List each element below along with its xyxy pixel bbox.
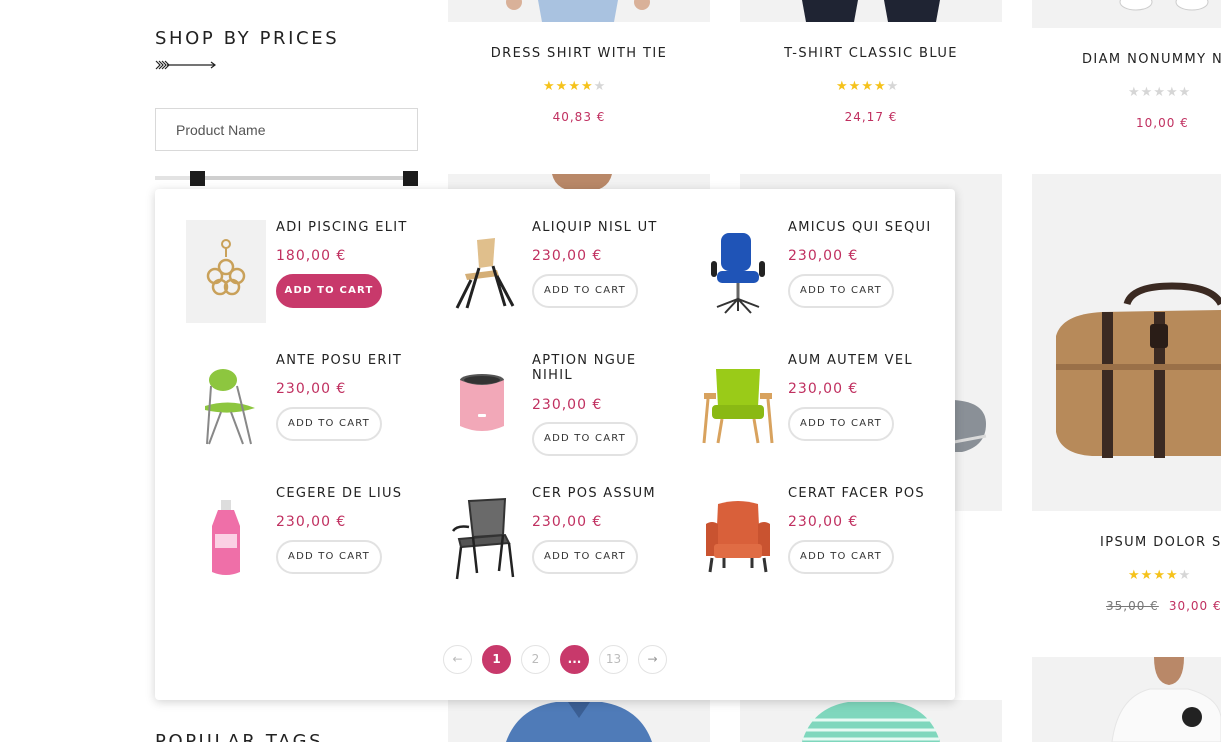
- rating-stars: ★ ★ ★ ★ ★: [836, 78, 899, 93]
- popup-product-price: 180,00 €: [276, 248, 347, 264]
- lounge-chair-icon[interactable]: [698, 353, 778, 456]
- add-to-cart-button[interactable]: ADD TO CART: [276, 274, 382, 308]
- popup-product-item: ADI PISCING ELIT 180,00 € ADD TO CART: [186, 220, 426, 330]
- earring-icon[interactable]: [186, 220, 266, 323]
- pagination-prev-button[interactable]: ←: [443, 645, 472, 674]
- bottle-icon[interactable]: [186, 486, 266, 589]
- popup-product-item: APTION NGUE NIHIL 230,00 € ADD TO CART: [442, 353, 682, 463]
- product-old-price: 35,00 €: [1106, 599, 1159, 613]
- price-slider-range: [197, 176, 410, 180]
- pagination-next-button[interactable]: →: [638, 645, 667, 674]
- add-to-cart-button[interactable]: ADD TO CART: [532, 274, 638, 308]
- popup-product-name[interactable]: CER POS ASSUM: [532, 486, 682, 501]
- product-price: 35,00 € 30,00 €: [1106, 599, 1221, 613]
- popup-product-price: 230,00 €: [532, 397, 603, 413]
- pagination-page-1[interactable]: 1: [482, 645, 511, 674]
- add-to-cart-button[interactable]: ADD TO CART: [788, 540, 894, 574]
- product-name[interactable]: DRESS SHIRT WITH TIE: [448, 46, 710, 61]
- pagination-page-2[interactable]: 2: [521, 645, 550, 674]
- speaker-icon[interactable]: [442, 353, 522, 456]
- green-wire-chair-icon[interactable]: [186, 353, 266, 456]
- price-slider-min-handle[interactable]: [190, 171, 205, 186]
- shop-by-prices-title: SHOP BY PRICES: [155, 28, 340, 49]
- popup-product-item: AUM AUTEM VEL 230,00 € ADD TO CART: [698, 353, 938, 463]
- product-price: 24,17 €: [844, 110, 898, 124]
- add-to-cart-button[interactable]: ADD TO CART: [276, 540, 382, 574]
- product-image-dress-shirt[interactable]: [448, 0, 710, 22]
- product-image-shoes[interactable]: [1032, 0, 1221, 28]
- office-chair-icon[interactable]: [698, 220, 778, 323]
- popup-product-name[interactable]: CEGERE DE LIUS: [276, 486, 426, 501]
- popup-product-item: AMICUS QUI SEQUI 230,00 € ADD TO CART: [698, 220, 938, 330]
- popup-product-name[interactable]: ANTE POSU ERIT: [276, 353, 426, 368]
- metal-chair-icon[interactable]: [442, 486, 522, 589]
- popup-product-name[interactable]: ALIQUIP NISL UT: [532, 220, 682, 235]
- popup-product-price: 230,00 €: [788, 381, 859, 397]
- rating-stars: ★ ★ ★ ★ ★: [1128, 84, 1191, 99]
- pagination: ← 1 2 ... 13 →: [443, 645, 667, 674]
- pagination-page-13[interactable]: 13: [599, 645, 628, 674]
- popup-product-name[interactable]: AMICUS QUI SEQUI: [788, 220, 938, 235]
- popup-product-price: 230,00 €: [788, 514, 859, 530]
- add-to-cart-button[interactable]: ADD TO CART: [788, 407, 894, 441]
- popup-product-item: CER POS ASSUM 230,00 € ADD TO CART: [442, 486, 682, 596]
- product-price: 40,83 €: [552, 110, 606, 124]
- decorative-arrow-icon: [155, 60, 216, 70]
- product-image-denim-shirt[interactable]: [448, 700, 710, 742]
- popup-product-item: ALIQUIP NISL UT 230,00 € ADD TO CART: [442, 220, 682, 330]
- popup-product-price: 230,00 €: [788, 248, 859, 264]
- add-to-cart-button[interactable]: ADD TO CART: [788, 274, 894, 308]
- product-image-duffel-bag[interactable]: [1032, 174, 1221, 511]
- add-to-cart-button[interactable]: ADD TO CART: [532, 540, 638, 574]
- popup-product-item: CEGERE DE LIUS 230,00 € ADD TO CART: [186, 486, 426, 596]
- pagination-ellipsis[interactable]: ...: [560, 645, 589, 674]
- product-image-striped-shirt[interactable]: [740, 700, 1002, 742]
- rating-stars: ★ ★ ★ ★ ★: [543, 78, 606, 93]
- popup-product-item: CERAT FACER POS 230,00 € ADD TO CART: [698, 486, 938, 596]
- popup-product-price: 230,00 €: [276, 514, 347, 530]
- wooden-chair-icon[interactable]: [442, 220, 522, 323]
- popup-product-name[interactable]: ADI PISCING ELIT: [276, 220, 426, 235]
- product-name[interactable]: DIAM NONUMMY N: [1082, 52, 1221, 67]
- armchair-icon[interactable]: [698, 486, 778, 589]
- product-image-tshirt[interactable]: [740, 0, 1002, 22]
- product-sale-price: 30,00 €: [1168, 599, 1221, 613]
- popup-product-price: 230,00 €: [532, 248, 603, 264]
- price-slider-max-handle[interactable]: [403, 171, 418, 186]
- add-to-cart-button[interactable]: ADD TO CART: [532, 422, 638, 456]
- product-image-white-tshirt[interactable]: [1032, 657, 1221, 742]
- popup-product-price: 230,00 €: [276, 381, 347, 397]
- popup-product-name[interactable]: APTION NGUE NIHIL: [532, 353, 682, 383]
- product-popup-panel: ADI PISCING ELIT 180,00 € ADD TO CART AL…: [155, 189, 955, 700]
- add-to-cart-button[interactable]: ADD TO CART: [276, 407, 382, 441]
- product-name[interactable]: T-SHIRT CLASSIC BLUE: [740, 46, 1002, 61]
- popup-product-name[interactable]: CERAT FACER POS: [788, 486, 938, 501]
- product-price: 10,00 €: [1136, 116, 1189, 130]
- popup-product-name[interactable]: AUM AUTEM VEL: [788, 353, 938, 368]
- popup-product-price: 230,00 €: [532, 514, 603, 530]
- popular-tags-title: POPULAR TAGS: [155, 731, 324, 742]
- product-name-search-input[interactable]: [155, 108, 418, 151]
- popup-product-item: ANTE POSU ERIT 230,00 € ADD TO CART: [186, 353, 426, 463]
- product-name[interactable]: IPSUM DOLOR SI: [1100, 535, 1221, 550]
- rating-stars: ★ ★ ★ ★ ★: [1128, 567, 1191, 582]
